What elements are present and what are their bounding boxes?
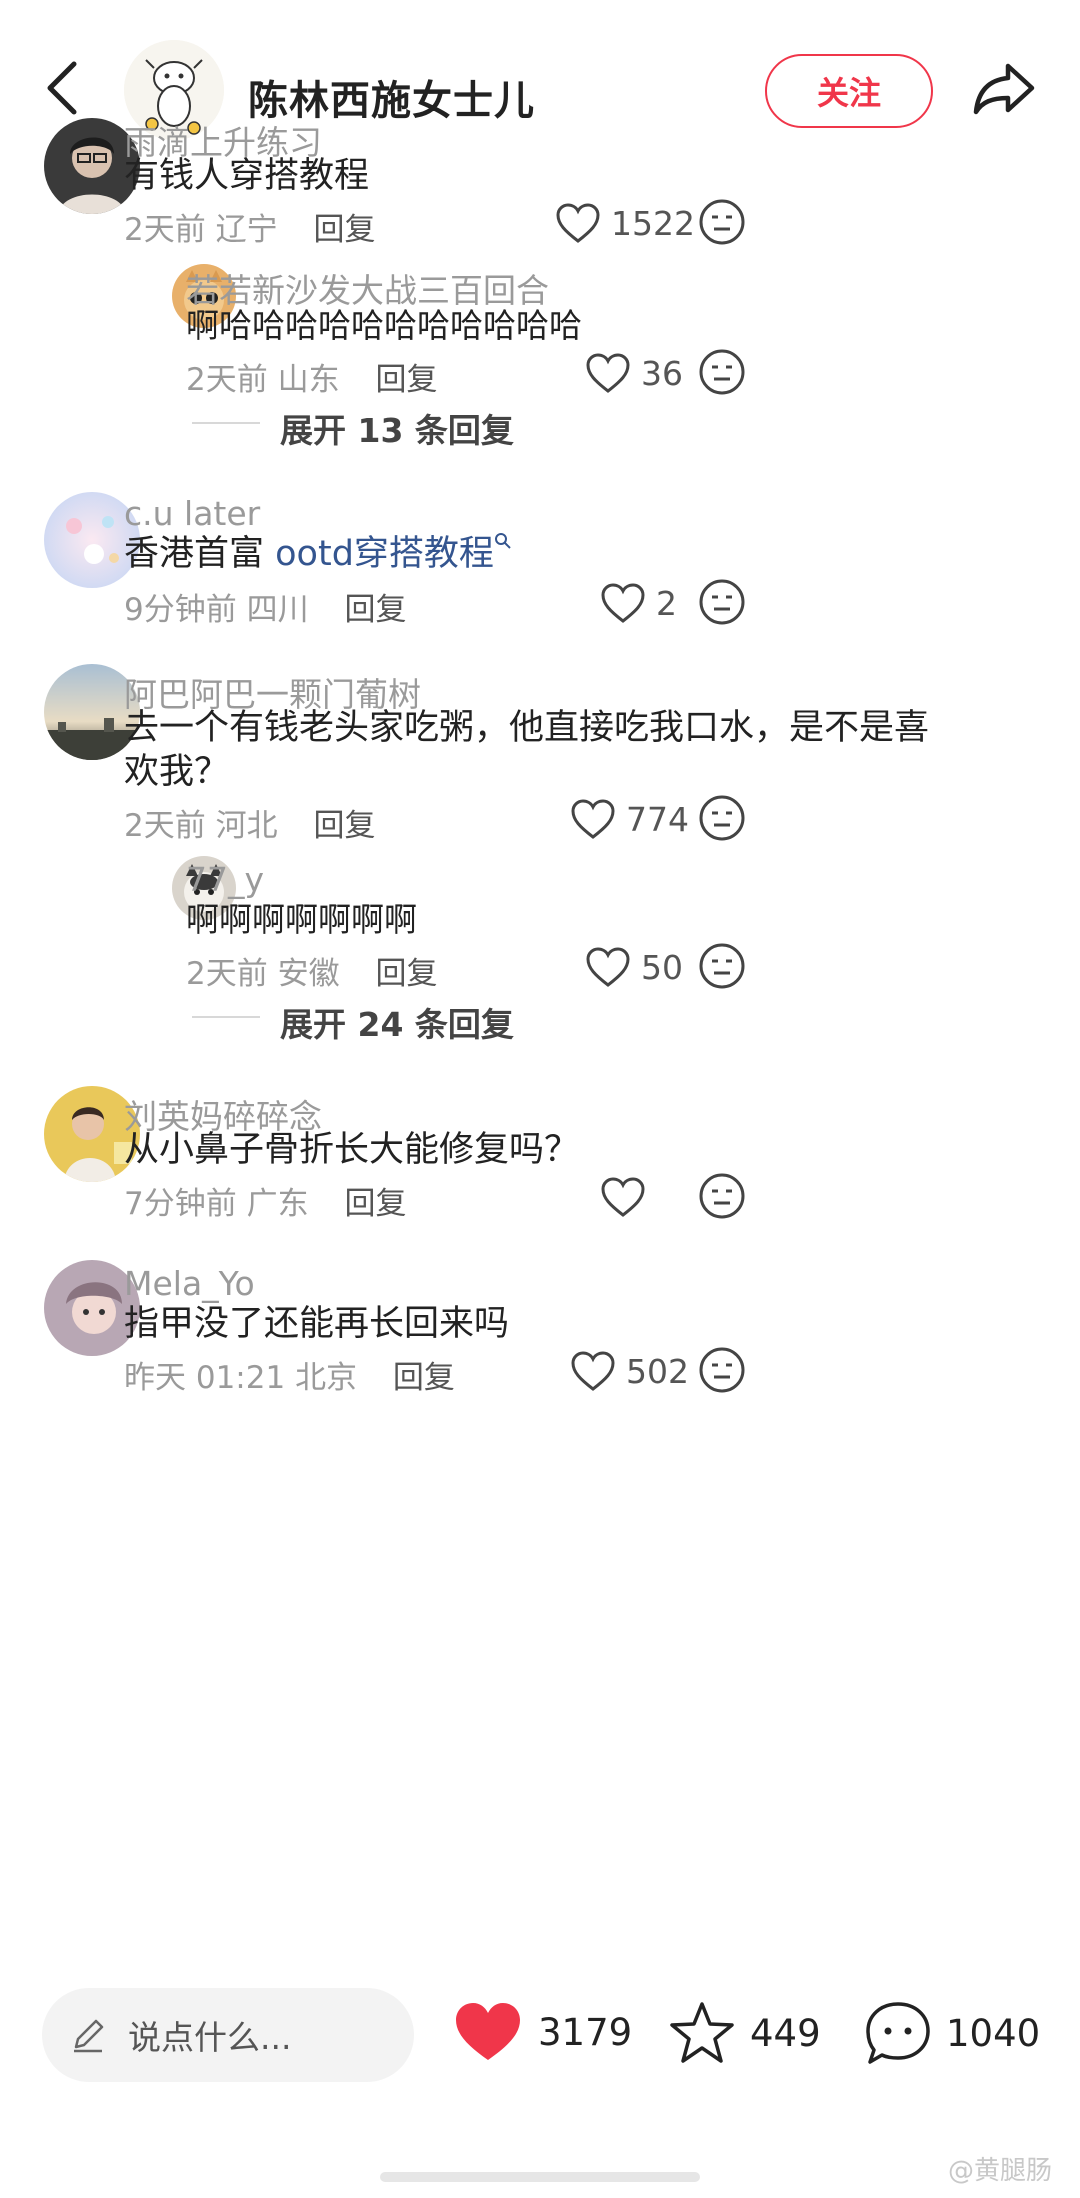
comment-time: 7分钟前 <box>124 1186 237 1222</box>
emoji-reaction-icon[interactable] <box>698 578 746 626</box>
comment-location: 辽宁 <box>215 212 278 248</box>
emoji-reaction-icon[interactable] <box>698 198 746 246</box>
comment-input[interactable]: 说点什么... <box>42 1988 414 2082</box>
comment-text: 香港首富 ootd穿搭教程 <box>124 524 512 584</box>
share-icon[interactable] <box>972 58 1036 118</box>
reply-text: 啊哈哈哈哈哈哈哈哈哈哈哈 <box>186 306 582 345</box>
comment-location: 北京 <box>295 1360 358 1396</box>
favorite-button[interactable]: 449 <box>668 2000 821 2066</box>
comment-time: 2天前 <box>124 808 206 844</box>
reply-button[interactable]: 回复 <box>313 808 375 844</box>
emoji-reaction-icon[interactable] <box>698 942 746 990</box>
search-link[interactable]: ootd穿搭教程 <box>275 534 494 574</box>
like-button[interactable] <box>600 1176 656 1218</box>
heart-outline-icon <box>586 353 630 393</box>
like-count: 36 <box>641 353 683 393</box>
search-icon[interactable] <box>494 532 512 550</box>
follow-button[interactable]: 关注 <box>765 54 933 128</box>
like-button[interactable]: 2 <box>600 582 677 624</box>
like-button[interactable]: 50 <box>585 946 683 988</box>
comment-location: 广东 <box>246 1186 309 1222</box>
comment-time: 9分钟前 <box>124 592 237 628</box>
like-post-button[interactable]: 3179 <box>452 2000 632 2064</box>
comment-time: 昨天 01:21 <box>124 1360 286 1396</box>
comment-meta: 9分钟前 四川 回复 <box>124 584 406 629</box>
like-button[interactable]: 774 <box>570 798 689 840</box>
comment-count: 1040 <box>946 2011 1041 2055</box>
comment-bubble-icon <box>866 2002 930 2064</box>
comment-location: 四川 <box>246 592 309 628</box>
comment-text-prefix: 香港首富 <box>124 534 276 574</box>
star-outline-icon <box>670 2002 734 2063</box>
reply-meta: 2天前 山东 回复 <box>186 354 437 399</box>
reply-meta: 2天前 安徽 回复 <box>186 948 437 993</box>
like-count: 50 <box>641 947 683 987</box>
comment-location: 河北 <box>215 808 278 844</box>
favorite-count: 449 <box>750 2011 821 2055</box>
reply-button[interactable]: 回复 <box>344 1186 406 1222</box>
like-count: 502 <box>626 1351 689 1391</box>
divider-line <box>192 422 260 424</box>
watermark: @黄腿肠 <box>948 2156 1053 2186</box>
emoji-reaction-icon[interactable] <box>698 1172 746 1220</box>
comment-meta: 2天前 河北 回复 <box>124 800 375 845</box>
comment-input-placeholder: 说点什么... <box>128 2018 292 2057</box>
heart-outline-icon <box>571 1351 615 1391</box>
divider-line <box>192 1016 260 1018</box>
heart-outline-icon <box>571 799 615 839</box>
comment-meta: 7分钟前 广东 回复 <box>124 1178 406 1223</box>
post-like-count: 3179 <box>538 2010 633 2054</box>
reply-location: 安徽 <box>277 956 340 992</box>
comment-meta: 2天前 辽宁 回复 <box>124 204 375 249</box>
like-count: 774 <box>626 799 689 839</box>
expand-replies-button[interactable]: 展开 24 条回复 <box>280 998 514 1046</box>
reply-time: 2天前 <box>186 956 268 992</box>
emoji-reaction-icon[interactable] <box>698 1346 746 1394</box>
reply-button[interactable]: 回复 <box>375 956 437 992</box>
heart-filled-icon <box>456 2003 520 2060</box>
reply-button[interactable]: 回复 <box>344 592 406 628</box>
heart-outline-icon <box>601 583 645 623</box>
comment-text: 从小鼻子骨折长大能修复吗？ <box>124 1130 580 1170</box>
home-indicator[interactable] <box>380 2172 700 2182</box>
pencil-icon <box>74 2019 104 2053</box>
comment-text-line1: 去一个有钱老头家吃粥，他直接吃我口水，是不是喜 <box>124 708 930 748</box>
comment-time: 2天前 <box>124 212 206 248</box>
like-button[interactable]: 36 <box>585 352 683 394</box>
reply-button[interactable]: 回复 <box>313 212 375 248</box>
emoji-reaction-icon[interactable] <box>698 794 746 842</box>
comment-meta: 昨天 01:21 北京 回复 <box>124 1352 455 1397</box>
reply-time: 2天前 <box>186 362 268 398</box>
heart-outline-icon <box>586 947 630 987</box>
comment-text-line2: 欢我？ <box>124 752 230 792</box>
reply-button[interactable]: 回复 <box>393 1360 455 1396</box>
like-button[interactable]: 502 <box>570 1350 689 1392</box>
reply-text: 啊啊啊啊啊啊啊 <box>186 900 417 939</box>
reply-location: 山东 <box>277 362 340 398</box>
like-count: 1522 <box>611 203 695 243</box>
heart-outline-icon <box>556 203 600 243</box>
expand-replies-button[interactable]: 展开 13 条回复 <box>280 404 514 452</box>
heart-outline-icon <box>601 1177 645 1217</box>
like-button[interactable]: 1522 <box>555 202 695 244</box>
comment-text: 有钱人穿搭教程 <box>124 156 370 196</box>
emoji-reaction-icon[interactable] <box>698 348 746 396</box>
comment-text: 指甲没了还能再长回来吗 <box>124 1304 510 1344</box>
like-count: 2 <box>656 583 677 623</box>
comments-button[interactable]: 1040 <box>864 2000 1040 2066</box>
back-arrow-icon[interactable] <box>40 58 84 118</box>
reply-button[interactable]: 回复 <box>375 362 437 398</box>
